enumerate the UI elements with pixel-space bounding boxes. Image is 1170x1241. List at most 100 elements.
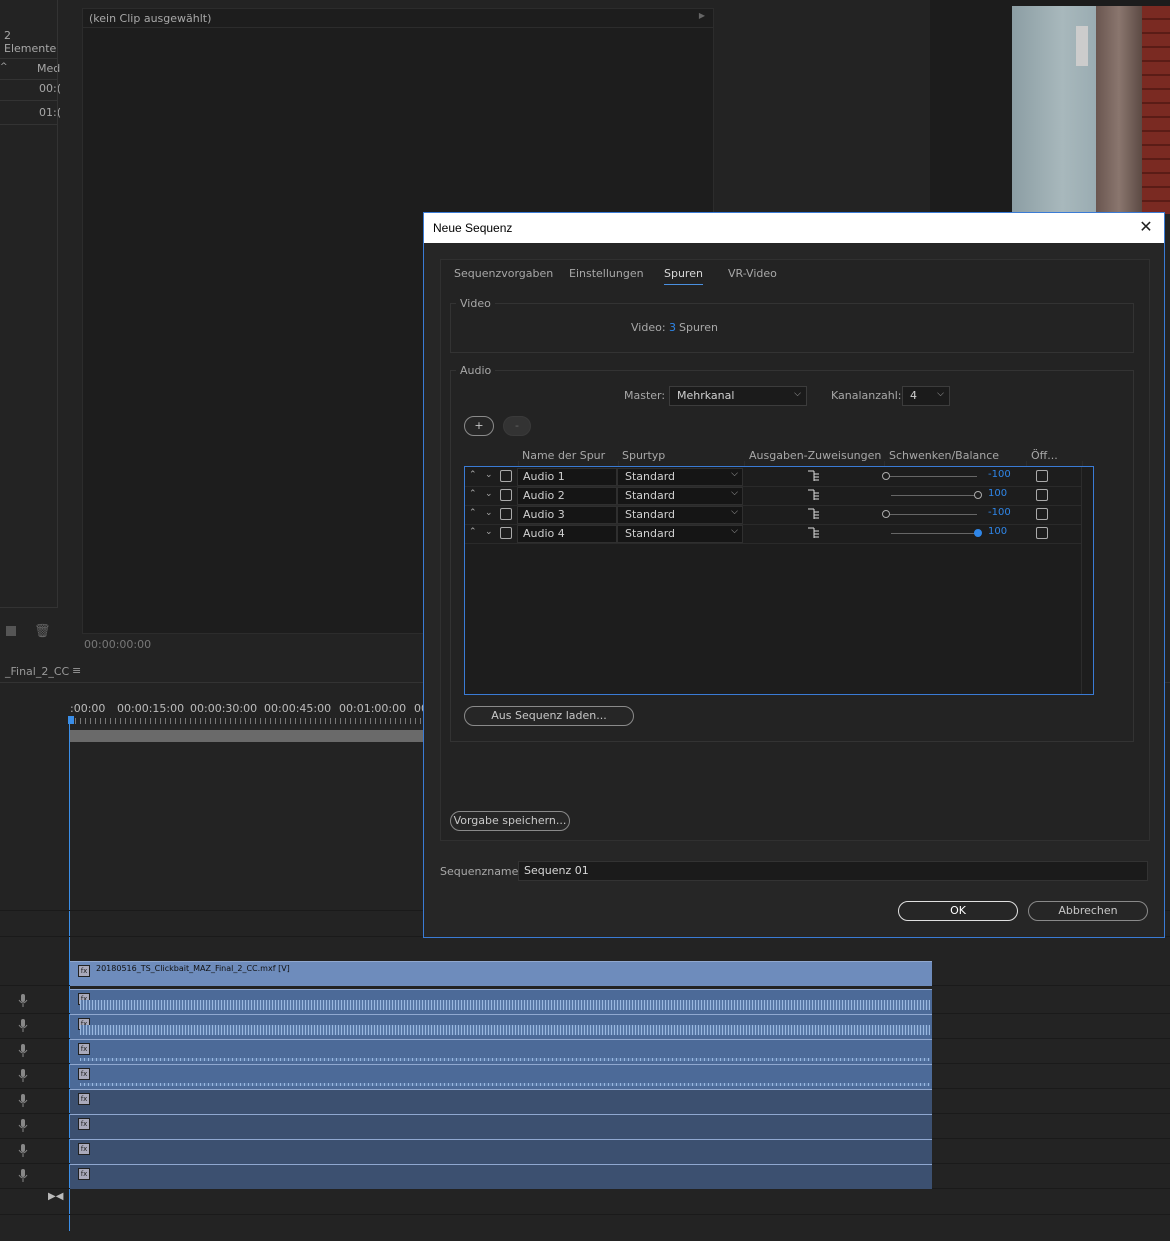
pan-slider-knob[interactable] — [974, 529, 982, 537]
add-track-button[interactable]: + — [464, 416, 494, 436]
sequence-menu-icon[interactable]: ≡ — [72, 664, 81, 677]
pan-slider-track[interactable] — [887, 476, 977, 477]
master-track-icon[interactable]: ▶◀ — [48, 1191, 63, 1202]
audio-clip[interactable]: fx — [70, 1039, 932, 1064]
track-type-select[interactable]: Standard ⌵ — [617, 506, 743, 524]
remove-track-button[interactable]: - — [503, 416, 531, 436]
move-down-icon[interactable]: ⌄ — [485, 489, 493, 499]
track-row[interactable]: ⌃ ⌄ Audio 2 Standard ⌵ 100 — [465, 486, 1081, 506]
audio-clip[interactable]: fx — [70, 1164, 932, 1189]
track-checkbox[interactable] — [500, 508, 512, 520]
ok-button[interactable]: OK — [898, 901, 1018, 921]
microphone-icon[interactable] — [18, 1069, 28, 1083]
trash-icon[interactable]: 🗑 — [34, 624, 51, 639]
load-from-sequence-button[interactable]: Aus Sequenz laden... — [464, 706, 634, 726]
tab-sequenzvorgaben[interactable]: Sequenzvorgaben — [454, 267, 553, 280]
microphone-icon[interactable] — [18, 1119, 28, 1133]
work-area-bar[interactable] — [70, 730, 430, 742]
cancel-button[interactable]: Abbrechen — [1028, 901, 1148, 921]
sort-up-icon[interactable]: ^ — [0, 62, 8, 72]
pan-slider-track[interactable] — [891, 533, 977, 534]
pan-value[interactable]: 100 — [988, 488, 1007, 499]
audio-track-row: fx — [0, 1064, 1170, 1089]
dialog-title: Neue Sequenz — [433, 221, 513, 235]
audio-clip[interactable]: fx — [70, 1089, 932, 1114]
pan-slider-track[interactable] — [887, 514, 977, 515]
track-type-select[interactable]: Standard ⌵ — [617, 468, 743, 486]
route-icon[interactable] — [808, 508, 820, 520]
tab-spuren[interactable]: Spuren — [664, 267, 703, 285]
playhead-handle[interactable] — [68, 716, 74, 724]
source-timecode[interactable]: 00:00:00:00 — [84, 638, 151, 651]
track-checkbox[interactable] — [500, 470, 512, 482]
track-row[interactable]: ⌃ ⌄ Audio 1 Standard ⌵ -100 — [465, 467, 1081, 487]
video-clip[interactable]: fx 20180516_TS_Clickbait_MAZ_Final_2_CC.… — [70, 961, 932, 986]
pan-value[interactable]: -100 — [988, 469, 1011, 480]
route-icon[interactable] — [808, 489, 820, 501]
audio-clip[interactable]: fx — [70, 1139, 932, 1164]
route-icon[interactable] — [808, 470, 820, 482]
pan-value[interactable]: -100 — [988, 507, 1011, 518]
track-name-field[interactable]: Audio 4 — [517, 525, 617, 543]
track-type: Standard — [625, 508, 676, 521]
audio-clip[interactable]: fx — [70, 989, 932, 1014]
audio-clip[interactable]: fx — [70, 1114, 932, 1139]
microphone-icon[interactable] — [18, 1144, 28, 1158]
track-name: Audio 1 — [523, 470, 565, 483]
pan-slider-knob[interactable] — [974, 491, 982, 499]
track-name-field[interactable]: Audio 3 — [517, 506, 617, 524]
microphone-icon[interactable] — [18, 1019, 28, 1033]
close-icon[interactable]: ✕ — [1138, 218, 1154, 236]
microphone-icon[interactable] — [18, 1094, 28, 1108]
sequence-tab[interactable]: _Final_2_CC — [5, 665, 69, 678]
channels-select[interactable]: 4 ⌵ — [902, 386, 950, 406]
save-preset-button[interactable]: Vorgabe speichern... — [450, 811, 570, 831]
sequence-name-input[interactable]: Sequenz 01 — [518, 861, 1148, 881]
new-item-icon[interactable] — [6, 626, 16, 636]
microphone-icon[interactable] — [18, 994, 28, 1008]
tab-vr-video[interactable]: VR-Video — [728, 267, 777, 280]
play-triangle-icon[interactable]: ▶ — [699, 11, 705, 20]
master-select[interactable]: Mehrkanal ⌵ — [669, 386, 807, 406]
microphone-icon[interactable] — [18, 1169, 28, 1183]
pan-value[interactable]: 100 — [988, 526, 1007, 537]
pan-slider-knob[interactable] — [882, 472, 890, 480]
track-checkbox[interactable] — [500, 527, 512, 539]
track-type: Standard — [625, 470, 676, 483]
audio-track-row: fx — [0, 1164, 1170, 1189]
track-name-field[interactable]: Audio 2 — [517, 487, 617, 505]
open-checkbox[interactable] — [1036, 470, 1048, 482]
ruler-label: 00:00:30:00 — [190, 702, 258, 715]
fx-icon: fx — [78, 1168, 90, 1180]
time-ruler[interactable]: :00:00 00:00:15:00 00:00:30:00 00:00:45:… — [70, 698, 430, 728]
pan-slider-knob[interactable] — [882, 510, 890, 518]
track-row[interactable]: ⌃ ⌄ Audio 3 Standard ⌵ -100 — [465, 505, 1081, 525]
no-clip-label: (kein Clip ausgewählt) — [89, 12, 212, 25]
move-up-icon[interactable]: ⌃ — [469, 508, 477, 518]
track-checkbox[interactable] — [500, 489, 512, 501]
chevron-down-icon: ⌵ — [731, 488, 738, 498]
tab-einstellungen[interactable]: Einstellungen — [569, 267, 644, 280]
pan-slider-track[interactable] — [891, 495, 977, 496]
waveform — [80, 1083, 930, 1086]
move-down-icon[interactable]: ⌄ — [485, 508, 493, 518]
open-checkbox[interactable] — [1036, 489, 1048, 501]
track-type-select[interactable]: Standard ⌵ — [617, 525, 743, 543]
audio-clip[interactable]: fx — [70, 1014, 932, 1039]
route-icon[interactable] — [808, 527, 820, 539]
audio-clip[interactable]: fx — [70, 1064, 932, 1089]
track-row[interactable]: ⌃ ⌄ Audio 4 Standard ⌵ 100 — [465, 524, 1081, 544]
col-open: Öff... — [1031, 449, 1058, 462]
move-up-icon[interactable]: ⌃ — [469, 470, 477, 480]
move-down-icon[interactable]: ⌄ — [485, 527, 493, 537]
open-checkbox[interactable] — [1036, 527, 1048, 539]
track-type-select[interactable]: Standard ⌵ — [617, 487, 743, 505]
move-down-icon[interactable]: ⌄ — [485, 470, 493, 480]
video-track-count[interactable]: 3 — [669, 321, 676, 334]
open-checkbox[interactable] — [1036, 508, 1048, 520]
audio-track-row: fx — [0, 1139, 1170, 1164]
microphone-icon[interactable] — [18, 1044, 28, 1058]
move-up-icon[interactable]: ⌃ — [469, 527, 477, 537]
track-name-field[interactable]: Audio 1 — [517, 468, 617, 486]
move-up-icon[interactable]: ⌃ — [469, 489, 477, 499]
